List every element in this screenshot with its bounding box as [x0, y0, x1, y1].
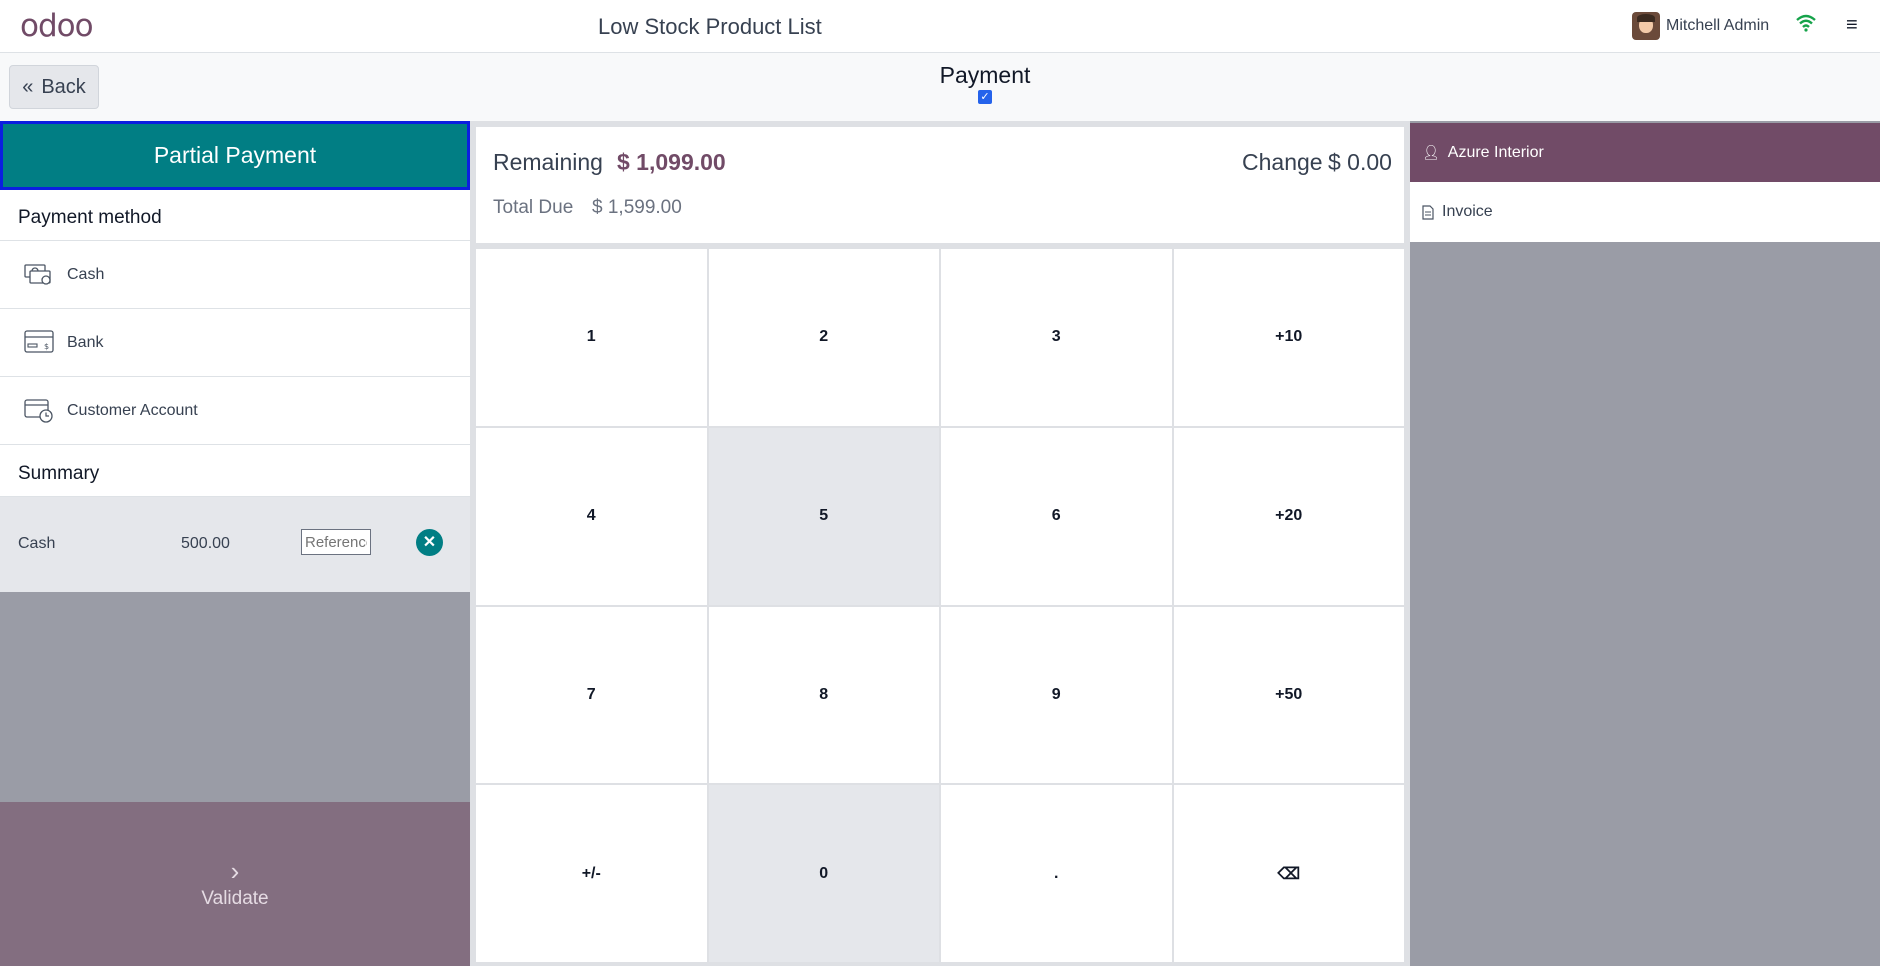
customer-account-icon	[24, 399, 53, 423]
numpad-key-3[interactable]: 3	[941, 249, 1172, 426]
checkbox-checked-icon[interactable]: ✓	[978, 90, 992, 104]
numpad-key-6[interactable]: 6	[941, 427, 1172, 605]
numpad-key-8[interactable]: 8	[708, 606, 939, 784]
svg-text:$: $	[44, 342, 49, 351]
numpad-key-0[interactable]: 0	[708, 785, 939, 962]
chevron-right-icon: ›	[230, 856, 240, 886]
validate-button[interactable]: › Validate	[0, 802, 470, 966]
payment-header: « Back Payment ✓	[0, 54, 1880, 121]
payment-line-amount: 500.00	[181, 535, 230, 552]
summary-title: Summary	[18, 463, 100, 484]
change-value: $ 0.00	[1328, 149, 1392, 175]
payment-method-title: Payment method	[18, 207, 162, 228]
payment-numpad-panel: Remaining $ 1,099.00 Change $ 0.00 Total…	[470, 121, 1410, 966]
customer-button[interactable]: 👤︎ Azure Interior	[1410, 123, 1880, 182]
validate-label: Validate	[201, 888, 269, 909]
payment-method-label: Bank	[67, 333, 104, 351]
partial-payment-button[interactable]: Partial Payment	[0, 121, 470, 190]
customer-name: Azure Interior	[1447, 143, 1544, 161]
user-icon: 👤︎	[1422, 144, 1440, 160]
numpad-key-plus50[interactable]: +50	[1173, 606, 1404, 784]
page-title: Payment	[939, 62, 1031, 88]
numpad-key-decimal[interactable]: .	[941, 785, 1172, 962]
numpad-key-2[interactable]: 2	[708, 249, 939, 426]
payment-method-label: Cash	[67, 265, 105, 283]
remove-payment-line-icon[interactable]: ✕	[416, 529, 443, 556]
odoo-logo: odoo	[20, 8, 94, 44]
hamburger-menu-icon[interactable]: ≡	[1846, 14, 1858, 37]
numpad-key-5[interactable]: 5	[708, 427, 939, 605]
top-bar: odoo Low Stock Product List Mitchell Adm…	[0, 0, 1880, 53]
user-menu[interactable]: Mitchell Admin	[1632, 12, 1769, 40]
numpad-key-9[interactable]: 9	[941, 606, 1172, 784]
numpad: 1 2 3 +10 4 5 6 +20 7 8 9 +50 +/- 0 . ⌫	[476, 249, 1404, 962]
avatar	[1632, 12, 1660, 40]
payment-method-customer-account[interactable]: Customer Account	[0, 376, 470, 444]
numpad-key-plus10[interactable]: +10	[1173, 249, 1404, 426]
remaining-value: $ 1,099.00	[617, 149, 726, 175]
remaining-label: Remaining	[493, 149, 603, 175]
payment-method-cash[interactable]: Cash	[0, 240, 470, 308]
change-label: Change	[1242, 149, 1323, 175]
payment-line-method: Cash	[18, 535, 56, 552]
payment-reference-input[interactable]	[301, 529, 371, 555]
left-empty-area	[0, 592, 470, 802]
backspace-icon[interactable]: ⌫	[1173, 785, 1404, 962]
numpad-key-plus20[interactable]: +20	[1173, 427, 1404, 605]
customer-panel: 👤︎ Azure Interior Invoice	[1410, 121, 1880, 966]
bank-card-icon: $	[24, 330, 54, 353]
numpad-key-1[interactable]: 1	[476, 249, 707, 426]
numpad-key-sign[interactable]: +/-	[476, 785, 707, 962]
user-name: Mitchell Admin	[1666, 17, 1770, 34]
document-icon	[1422, 204, 1434, 220]
cash-icon	[24, 264, 51, 285]
divider	[0, 444, 470, 445]
total-due-label: Total Due	[493, 197, 574, 218]
total-due-value: $ 1,599.00	[592, 197, 682, 218]
payment-methods-panel: Partial Payment Payment method Cash $ Ba…	[0, 121, 470, 966]
wifi-icon	[1796, 14, 1816, 32]
numpad-key-4[interactable]: 4	[476, 427, 707, 605]
numpad-key-7[interactable]: 7	[476, 606, 707, 784]
store-title: Low Stock Product List	[598, 14, 822, 39]
payment-line[interactable]: Cash 500.00 ✕	[0, 496, 470, 592]
payment-method-bank[interactable]: $ Bank	[0, 308, 470, 376]
payment-status: Remaining $ 1,099.00 Change $ 0.00 Total…	[476, 127, 1404, 243]
invoice-label: Invoice	[1442, 203, 1493, 220]
invoice-button[interactable]: Invoice	[1410, 182, 1880, 242]
payment-method-label: Customer Account	[67, 401, 198, 419]
